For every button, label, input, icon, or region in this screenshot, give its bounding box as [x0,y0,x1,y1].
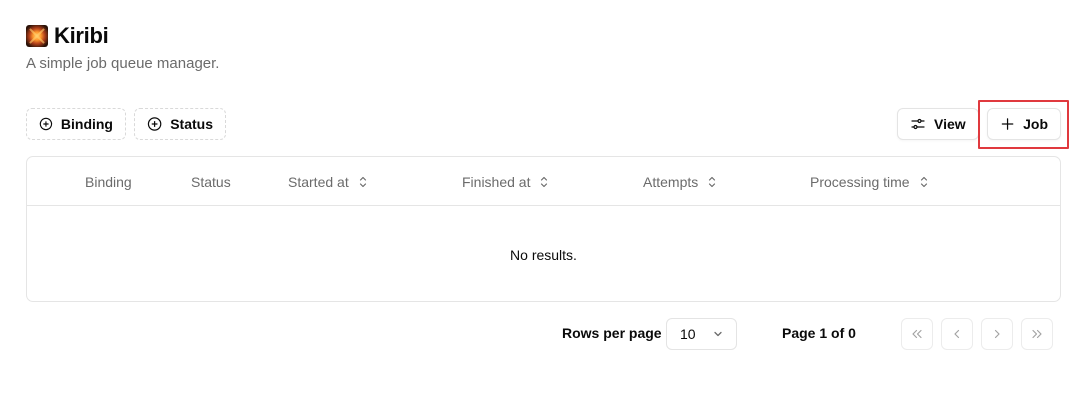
rows-per-page-select[interactable]: 10 [666,318,737,350]
binding-filter-button[interactable]: Binding [26,108,126,140]
column-header-binding: Binding [85,157,132,206]
first-page-button[interactable] [901,318,933,350]
view-label: View [934,116,966,132]
column-label: Started at [288,173,349,190]
app-title: Kiribi [54,23,109,48]
column-label: Processing time [810,173,910,190]
add-job-label: Job [1023,116,1048,132]
column-header-attempts[interactable]: Attempts [643,157,718,206]
status-filter-label: Status [170,116,213,132]
empty-state: No results. [510,247,577,263]
chevron-right-icon [994,329,1000,339]
column-label: Attempts [643,173,699,190]
column-header-processing-time[interactable]: Processing time [810,157,930,206]
app-subtitle: A simple job queue manager. [26,55,220,72]
chevron-down-icon [714,331,722,337]
binding-filter-label: Binding [60,116,113,132]
column-header-finished-at[interactable]: Finished at [462,157,550,206]
rows-per-page-value: 10 [680,326,696,342]
header: Kiribi A simple job queue manager. [26,22,219,72]
chevrons-up-down-icon [920,176,927,187]
previous-page-button[interactable] [941,318,973,350]
add-job-button[interactable]: Job [987,108,1061,140]
column-label: Binding [85,173,132,190]
chevron-left-icon [954,329,960,339]
status-filter-button[interactable]: Status [134,108,226,140]
chevrons-up-down-icon [359,176,366,187]
next-page-button[interactable] [981,318,1013,350]
sliders-icon [911,118,925,130]
last-page-button[interactable] [1021,318,1053,350]
table-header: Binding Status Started at Finished at At… [27,157,1060,206]
column-label: Finished at [462,173,531,190]
chevrons-up-down-icon [709,176,716,187]
plus-circle-icon [147,117,162,131]
column-header-started-at[interactable]: Started at [288,157,369,206]
view-button[interactable]: View [897,108,979,140]
jobs-table: Binding Status Started at Finished at At… [26,156,1061,302]
page-info: Page 1 of 0 [782,325,856,341]
chevrons-left-icon [912,329,922,339]
chevrons-up-down-icon [541,176,548,187]
sparkler-icon [26,25,48,47]
title-row: Kiribi [26,22,219,50]
plus-icon [1001,118,1014,130]
chevrons-right-icon [1032,329,1042,339]
plus-circle-icon [39,117,53,131]
rows-per-page-label: Rows per page [562,325,662,341]
column-label: Status [191,173,231,190]
column-header-status: Status [191,157,231,206]
